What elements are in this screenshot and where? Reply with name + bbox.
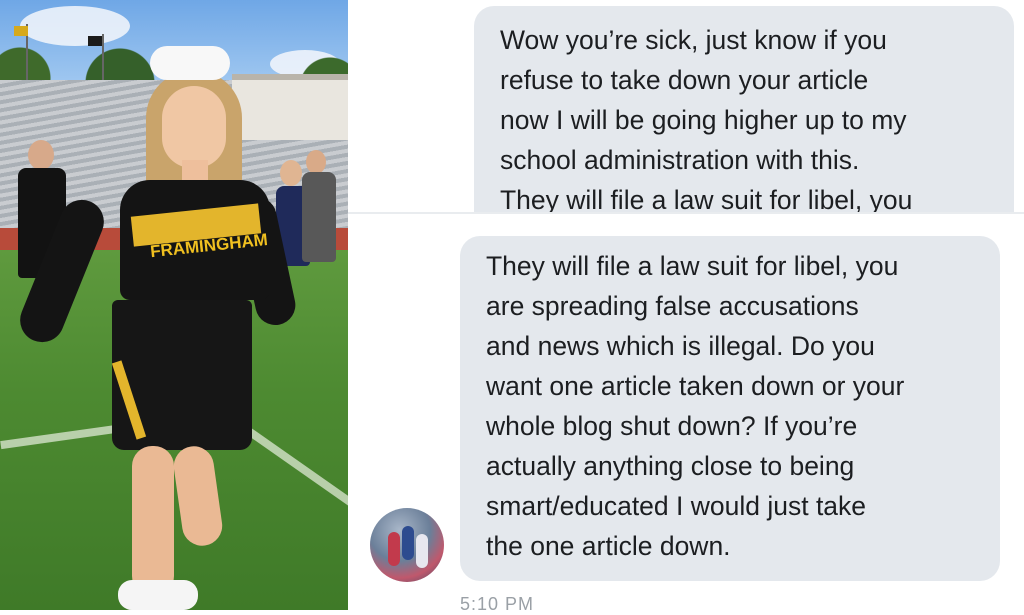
cheerleader-leg — [132, 446, 174, 596]
screenshot-divider — [348, 212, 1024, 214]
chat-panel: Wow you’re sick, just know if you refuse… — [348, 0, 1024, 614]
message-line: the one article down. — [486, 531, 731, 561]
message-line: and news which is illegal. Do you — [486, 331, 875, 361]
message-line: want one article taken down or your — [486, 371, 905, 401]
message-line: refuse to take down your article — [500, 65, 869, 95]
message-line: whole blog shut down? If you’re — [486, 411, 858, 441]
message-bubble-top[interactable]: Wow you’re sick, just know if you refuse… — [474, 6, 1014, 212]
cheer-shoe — [118, 580, 198, 610]
flag — [14, 26, 28, 36]
message-line: actually anything close to being — [486, 451, 855, 481]
cheerleader-photo: FRAMINGHAM — [0, 0, 348, 610]
message-line: They will file a law suit for libel, you — [500, 185, 913, 212]
hair-bow — [150, 46, 230, 80]
message-line: They will file a law suit for libel, you — [486, 251, 899, 281]
message-bubble-bottom[interactable]: They will file a law suit for libel, you… — [460, 236, 1000, 581]
message-line: smart/educated I would just take — [486, 491, 867, 521]
message-line: Wow you’re sick, just know if you — [500, 25, 887, 55]
cheerleader-face — [162, 86, 226, 168]
flag — [88, 36, 102, 46]
sender-avatar[interactable] — [370, 508, 444, 582]
message-line: are spreading false accusations — [486, 291, 859, 321]
message-timestamp: 5:10 PM — [460, 594, 535, 614]
message-line: now I will be going higher up to my — [500, 105, 907, 135]
message-line: school administration with this. — [500, 145, 860, 175]
press-box — [232, 74, 348, 140]
